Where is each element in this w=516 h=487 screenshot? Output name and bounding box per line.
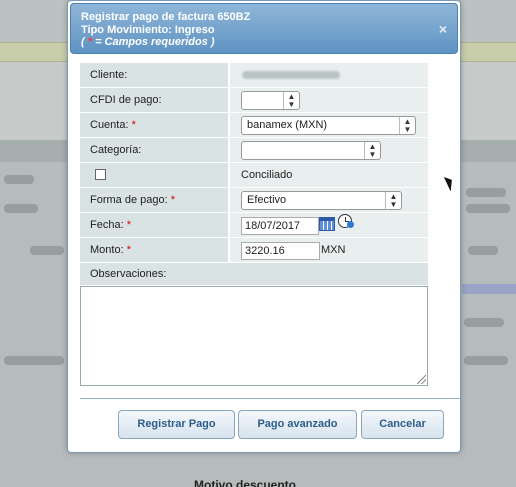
categoria-label: Categoría: [80, 138, 228, 162]
pago-avanzado-button[interactable]: Pago avanzado [238, 410, 357, 439]
monto-label: Monto: * [80, 238, 228, 262]
cuenta-label: Cuenta: * [80, 113, 228, 137]
cfdi-label: CFDI de pago: [80, 88, 228, 112]
bg-blurred-text [464, 318, 504, 327]
observaciones-textarea[interactable] [80, 286, 428, 386]
conciliado-checkbox-cell [80, 163, 228, 187]
dialog-title: Registrar pago de factura 650BZ [81, 11, 251, 23]
updown-arrows-icon: ▲ ▼ [399, 117, 415, 134]
fecha-input[interactable]: 18/07/2017 [241, 217, 319, 235]
conciliado-label: Conciliado [241, 169, 293, 181]
required-note: ( * = Campos requeridos ) [81, 36, 215, 48]
conciliado-checkbox[interactable] [95, 169, 106, 180]
dialog-header[interactable]: Registrar pago de factura 650BZ Tipo Mov… [70, 3, 458, 54]
bg-blurred-text [4, 175, 34, 184]
conciliado-label-cell: Conciliado [230, 163, 428, 187]
bg-blurred-text [466, 204, 510, 213]
fecha-label: Fecha: * [80, 213, 228, 237]
row-forma-pago: Forma de pago: * Efectivo ▲ ▼ [80, 188, 428, 213]
row-conciliado: Conciliado [80, 163, 428, 188]
bg-blurred-text [464, 356, 508, 365]
clock-badge-icon [347, 221, 354, 228]
row-monto: Monto: * 3220.16 MXN [80, 238, 428, 263]
row-cliente: Cliente: [80, 63, 428, 88]
button-divider [80, 398, 460, 399]
cancelar-button[interactable]: Cancelar [361, 410, 444, 439]
observaciones-label: Observaciones: [90, 268, 167, 280]
bg-footer-label: Motivo descuento [194, 478, 297, 487]
close-icon[interactable]: × [437, 22, 449, 36]
categoria-select[interactable]: ▲ ▼ [241, 141, 381, 160]
cliente-label: Cliente: [80, 63, 228, 87]
monto-value-cell: 3220.16 MXN [230, 238, 428, 262]
monto-input[interactable]: 3220.16 [241, 242, 320, 260]
fecha-value-cell: 18/07/2017 [230, 213, 428, 237]
cfdi-select[interactable]: ▲ ▼ [241, 91, 300, 110]
bg-blurred-text [4, 356, 64, 365]
dialog-subtitle: Tipo Movimiento: Ingreso [81, 23, 215, 36]
row-fecha: Fecha: * 18/07/2017 [80, 213, 428, 238]
cfdi-value-cell: ▲ ▼ [230, 88, 428, 112]
cliente-value-cell [230, 63, 428, 87]
row-categoria: Categoría: ▲ ▼ [80, 138, 428, 163]
forma-pago-label: Forma de pago: * [80, 188, 228, 212]
bg-blurred-text [4, 204, 38, 213]
updown-arrows-icon: ▲ ▼ [385, 192, 401, 209]
cuenta-value-cell: banamex (MXN) ▲ ▼ [230, 113, 428, 137]
payment-form: Cliente: CFDI de pago: ▲ ▼ Cuenta: * bana… [80, 63, 428, 386]
bg-blurred-text [466, 188, 506, 197]
payment-dialog: Registrar pago de factura 650BZ Tipo Mov… [67, 0, 461, 453]
cuenta-select-value: banamex (MXN) [247, 119, 328, 131]
forma-pago-select-value: Efectivo [247, 194, 287, 206]
monto-currency: MXN [321, 244, 346, 256]
updown-arrows-icon: ▲ ▼ [283, 92, 299, 109]
bg-blurred-text [30, 246, 64, 255]
registrar-pago-button[interactable]: Registrar Pago [118, 410, 235, 439]
row-observaciones: Observaciones: [80, 263, 428, 285]
calendar-icon[interactable] [319, 217, 335, 231]
bg-blurred-text [468, 246, 498, 255]
row-cfdi: CFDI de pago: ▲ ▼ [80, 88, 428, 113]
cuenta-select[interactable]: banamex (MXN) ▲ ▼ [241, 116, 416, 135]
categoria-value-cell: ▲ ▼ [230, 138, 428, 162]
cliente-value [242, 71, 340, 79]
resize-grip-icon[interactable] [417, 375, 426, 384]
forma-pago-select[interactable]: Efectivo ▲ ▼ [241, 191, 402, 210]
bg-blue-bar [462, 284, 516, 294]
forma-pago-value-cell: Efectivo ▲ ▼ [230, 188, 428, 212]
row-cuenta: Cuenta: * banamex (MXN) ▲ ▼ [80, 113, 428, 138]
updown-arrows-icon: ▲ ▼ [364, 142, 380, 159]
